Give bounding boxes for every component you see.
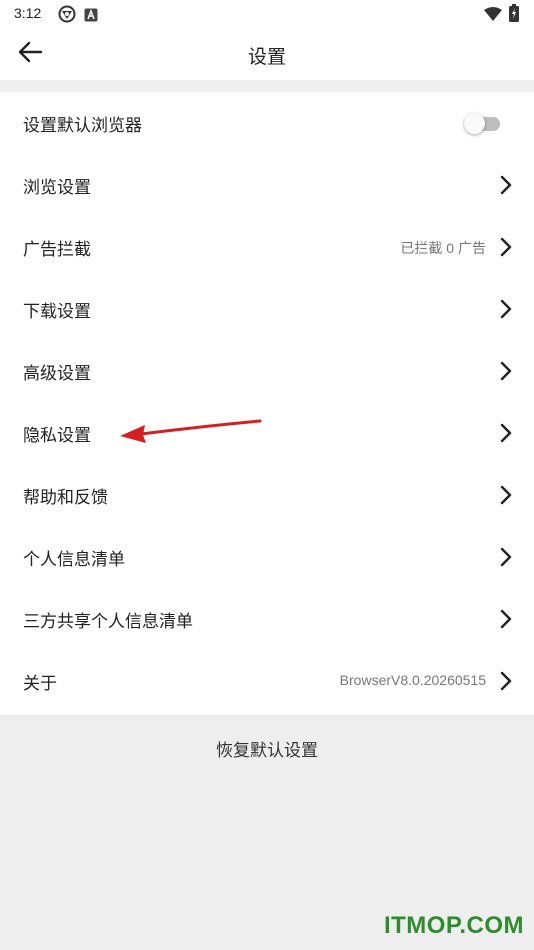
settings-item-download[interactable]: 下载设置	[0, 278, 534, 340]
sync-icon	[58, 5, 76, 27]
chevron-right-icon	[498, 360, 514, 382]
battery-charging-icon	[509, 4, 519, 26]
settings-item-label: 个人信息清单	[23, 550, 125, 570]
status-time: 3:12	[14, 5, 42, 21]
settings-item-privacy[interactable]: 隐私设置	[0, 402, 534, 464]
section-divider	[0, 80, 534, 92]
page-title: 设置	[247, 46, 286, 68]
settings-item-label: 下载设置	[23, 302, 91, 322]
adblock-count-value: 已拦截 0 广告	[400, 240, 486, 256]
status-bar: 3:12	[0, 0, 534, 28]
app-a-icon	[84, 7, 98, 26]
chevron-right-icon	[498, 174, 514, 196]
settings-item-about[interactable]: 关于 BrowserV8.0.20260515	[0, 650, 534, 712]
chevron-right-icon	[498, 236, 514, 258]
settings-item-personal-info-list[interactable]: 个人信息清单	[0, 526, 534, 588]
wifi-icon	[484, 6, 502, 25]
version-value: BrowserV8.0.20260515	[339, 672, 486, 688]
chevron-right-icon	[498, 608, 514, 630]
settings-item-label: 帮助和反馈	[23, 488, 108, 508]
settings-item-label: 高级设置	[23, 364, 91, 384]
settings-item-advanced[interactable]: 高级设置	[0, 340, 534, 402]
settings-item-label: 隐私设置	[23, 426, 91, 446]
chevron-right-icon	[498, 298, 514, 320]
default-browser-row[interactable]: 设置默认浏览器	[0, 92, 534, 154]
app-bar: 设置	[0, 28, 534, 80]
watermark-logo: ITMOP.COM	[383, 912, 524, 939]
annotation-arrow-icon	[120, 419, 262, 443]
settings-item-label: 浏览设置	[23, 178, 91, 198]
settings-item-browse[interactable]: 浏览设置	[0, 154, 534, 216]
settings-list: 设置默认浏览器 浏览设置 广告拦截 已拦截 0 广告 下载设置 高级设置 隐私设…	[0, 92, 534, 715]
toggle-thumb	[464, 113, 485, 134]
default-browser-label: 设置默认浏览器	[23, 116, 142, 136]
settings-item-help-feedback[interactable]: 帮助和反馈	[0, 464, 534, 526]
settings-item-adblock[interactable]: 广告拦截 已拦截 0 广告	[0, 216, 534, 278]
settings-item-label: 三方共享个人信息清单	[23, 612, 193, 632]
settings-item-third-party-sharing[interactable]: 三方共享个人信息清单	[0, 588, 534, 650]
default-browser-toggle[interactable]	[464, 113, 500, 134]
chevron-right-icon	[498, 422, 514, 444]
restore-defaults-button[interactable]: 恢复默认设置	[0, 728, 534, 774]
settings-item-label: 关于	[23, 674, 57, 694]
chevron-right-icon	[498, 484, 514, 506]
chevron-right-icon	[498, 670, 514, 692]
settings-item-label: 广告拦截	[23, 240, 91, 260]
chevron-right-icon	[498, 546, 514, 568]
